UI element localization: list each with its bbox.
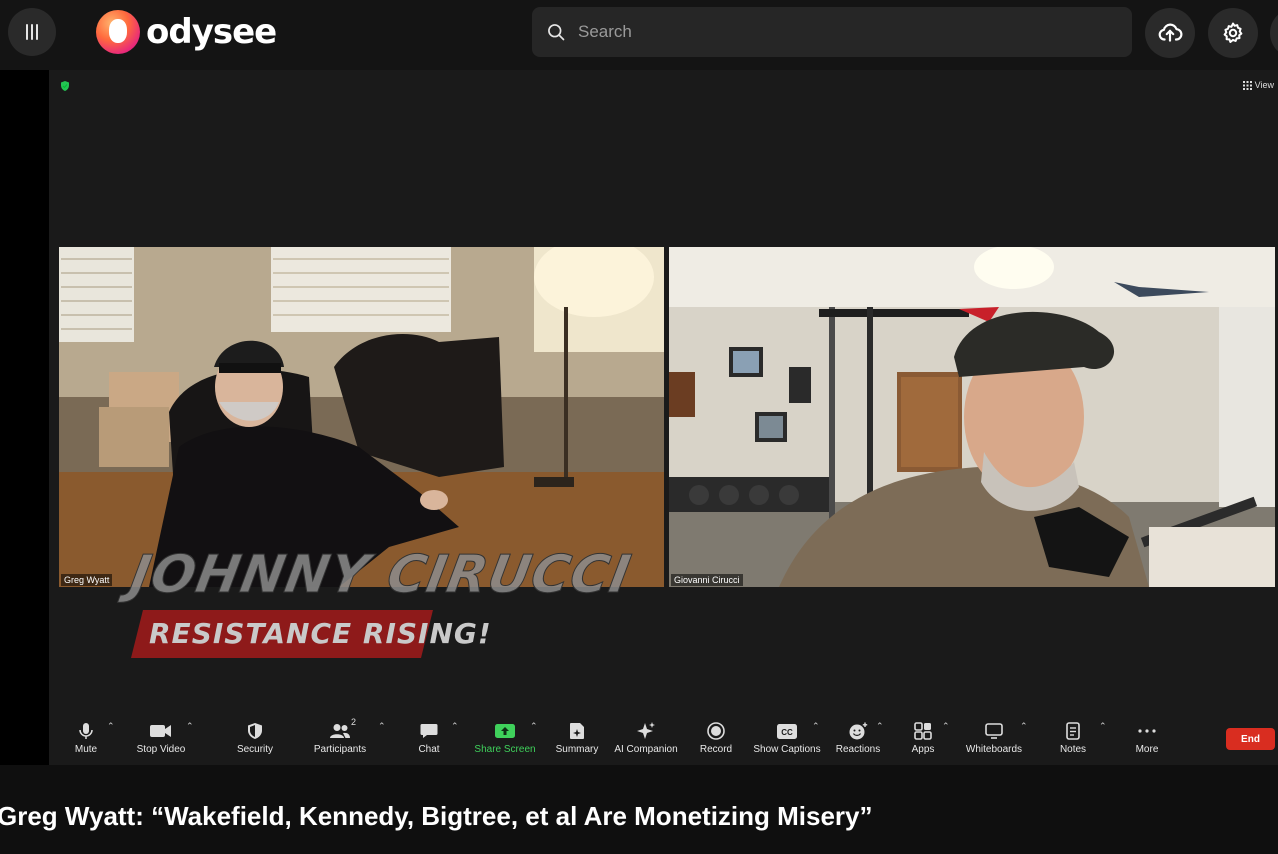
menu-icon [26,24,28,40]
chat-label: Chat [418,744,440,755]
participant-video-tile[interactable]: Giovanni Cirucci [669,247,1275,587]
participants-count: 2 [351,717,357,727]
menu-button[interactable] [8,8,56,56]
video-camera-icon [150,725,171,737]
site-logo[interactable]: odysee [96,10,277,54]
sparkle-icon [637,722,655,739]
participants-icon [330,724,350,738]
summary-icon [570,723,584,739]
share-screen-label: Share Screen [474,744,536,755]
security-button[interactable]: Security [210,721,300,755]
apps-icon [914,722,932,740]
video-options-caret[interactable]: ⌃ [186,721,194,732]
participant-name: Greg Wyatt [61,574,113,586]
security-label: Security [236,744,274,755]
record-icon [707,722,725,740]
closed-captions-icon: CC [777,723,797,739]
chat-options-caret[interactable]: ⌃ [451,721,459,732]
cloud-upload-icon [1158,23,1183,42]
gear-icon [1223,22,1243,43]
grid-icon [1242,80,1252,90]
apps-label: Apps [911,744,935,755]
search-bar[interactable] [532,7,1132,57]
reactions-label: Reactions [835,744,881,755]
shield-icon [248,723,262,739]
view-label: View [1254,80,1274,90]
svg-text:CC: CC [781,728,793,737]
encryption-shield-icon [61,81,69,91]
more-dots-icon [1138,729,1156,733]
record-label: Record [699,744,733,755]
more-label: More [1135,744,1159,755]
more-button[interactable]: More [1102,721,1192,755]
watermark-channel-name: JOHNNY CIRUCCI [125,545,636,606]
participant-video-feed [669,247,1275,587]
settings-button[interactable] [1208,8,1258,58]
participant-name: Giovanni Cirucci [671,574,743,586]
site-header: odysee [0,0,1278,70]
whiteboards-label: Whiteboards [965,744,1023,755]
zoom-meeting-window: View Greg Wyatt Giovanni Cirucci JOHNNY … [49,70,1278,765]
view-button[interactable]: View [1242,80,1274,90]
participants-label: Participants [313,744,367,755]
video-player[interactable]: View Greg Wyatt Giovanni Cirucci JOHNNY … [0,70,1278,765]
stop-video-label: Stop Video [136,744,186,755]
participants-button[interactable]: 2 Participants [295,717,385,755]
channel-watermark: JOHNNY CIRUCCI RESISTANCE RISING! [125,545,636,660]
upload-button[interactable] [1145,8,1195,58]
account-button[interactable] [1270,8,1278,58]
participant-video-feed [59,247,664,587]
watermark-tagline: RESISTANCE RISING! [149,617,492,650]
video-title: Greg Wyatt: “Wakefield, Kennedy, Bigtree… [0,801,873,831]
logo-text: odysee [146,12,277,52]
end-meeting-button[interactable]: End [1226,728,1275,750]
ai-companion-label: AI Companion [614,744,678,755]
summary-label: Summary [555,744,599,755]
odysee-logo-icon [96,10,140,54]
whiteboards-options-caret[interactable]: ⌃ [1020,721,1028,732]
participant-video-tile[interactable]: Greg Wyatt [59,247,664,587]
share-screen-icon [495,724,515,738]
whiteboard-icon [985,723,1003,739]
notes-label: Notes [1059,744,1087,755]
microphone-icon [79,723,93,739]
zoom-toolbar: Mute ⌃ Stop Video ⌃ Security 2 Participa… [49,715,1278,765]
video-info: Greg Wyatt: “Wakefield, Kennedy, Bigtree… [0,765,1278,854]
notes-icon [1066,722,1080,740]
show-captions-label: Show Captions [753,744,821,755]
mute-label: Mute [74,744,98,755]
search-icon [548,24,565,41]
emoji-icon [849,722,868,740]
chat-bubble-icon [420,724,438,738]
mute-options-caret[interactable]: ⌃ [107,721,115,732]
search-input[interactable] [578,22,1078,42]
